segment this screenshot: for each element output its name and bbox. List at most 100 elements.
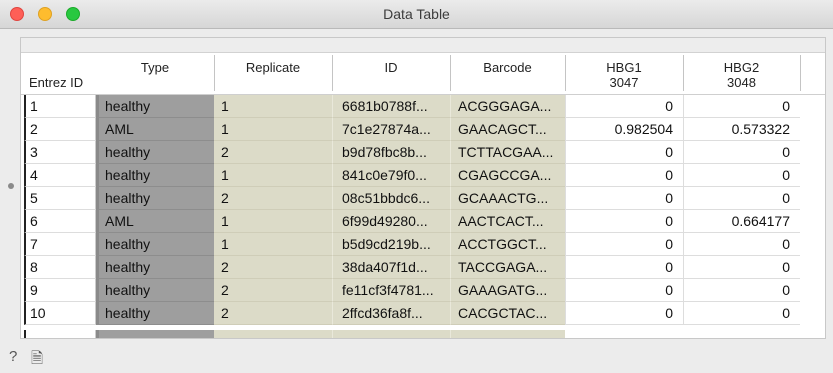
column-header-hbg1[interactable]: HBG1 3047 bbox=[565, 53, 683, 94]
type-cell[interactable]: healthy bbox=[96, 164, 214, 187]
id-cell[interactable]: b5d9cd219b... bbox=[332, 233, 450, 256]
id-cell[interactable] bbox=[332, 330, 450, 338]
column-header-label: Replicate bbox=[245, 60, 301, 75]
barcode-cell[interactable] bbox=[450, 330, 565, 338]
barcode-cell[interactable]: ACCTGGCT... bbox=[450, 233, 565, 256]
table-row[interactable]: 1 healthy 1 6681b0788f... ACGGGAGA... 0 … bbox=[21, 95, 825, 118]
hbg2-cell[interactable]: 0.573322 bbox=[683, 118, 800, 141]
type-cell[interactable]: healthy bbox=[96, 95, 214, 118]
table-row[interactable]: 2 AML 1 7c1e27874a... GAACAGCT... 0.9825… bbox=[21, 118, 825, 141]
document-icon[interactable]: 🗎 bbox=[31, 348, 43, 373]
replicate-cell[interactable]: 1 bbox=[214, 118, 332, 141]
replicate-cell[interactable]: 2 bbox=[214, 279, 332, 302]
hbg2-cell[interactable]: 0 bbox=[683, 256, 800, 279]
table-row[interactable]: 10 healthy 2 2ffcd36fa8f... CACGCTAC... … bbox=[21, 302, 825, 325]
row-index-cell[interactable]: 6 bbox=[24, 210, 96, 233]
header-corner-cell[interactable]: Entrez ID bbox=[21, 53, 96, 94]
replicate-cell[interactable]: 1 bbox=[214, 95, 332, 118]
hbg2-cell[interactable]: 0 bbox=[683, 95, 800, 118]
column-header-hbg2[interactable]: HBG2 3048 bbox=[683, 53, 800, 94]
row-index-cell[interactable]: 8 bbox=[24, 256, 96, 279]
row-index-cell[interactable]: 3 bbox=[24, 141, 96, 164]
barcode-cell[interactable]: AACTCACT... bbox=[450, 210, 565, 233]
replicate-cell[interactable]: 2 bbox=[214, 141, 332, 164]
id-cell[interactable]: 38da407f1d... bbox=[332, 256, 450, 279]
type-cell[interactable]: AML bbox=[96, 118, 214, 141]
data-table: Entrez ID Type Replicate ID Barcode HBG1… bbox=[20, 37, 826, 339]
id-cell[interactable]: 6681b0788f... bbox=[332, 95, 450, 118]
barcode-cell[interactable]: CACGCTAC... bbox=[450, 302, 565, 325]
hbg1-cell[interactable]: 0 bbox=[565, 279, 683, 302]
row-index-cell[interactable]: 5 bbox=[24, 187, 96, 210]
type-cell[interactable]: healthy bbox=[96, 187, 214, 210]
column-header-label: ID bbox=[384, 60, 398, 75]
id-cell[interactable]: 7c1e27874a... bbox=[332, 118, 450, 141]
barcode-cell[interactable]: ACGGGAGA... bbox=[450, 95, 565, 118]
replicate-cell[interactable] bbox=[214, 330, 332, 338]
table-row[interactable]: 5 healthy 2 08c51bbdc6... GCAAACTG... 0 … bbox=[21, 187, 825, 210]
row-index-cell[interactable]: 7 bbox=[24, 233, 96, 256]
type-cell[interactable]: healthy bbox=[96, 256, 214, 279]
table-row-partial[interactable] bbox=[21, 330, 825, 338]
table-row[interactable]: 3 healthy 2 b9d78fbc8b... TCTTACGAA... 0… bbox=[21, 141, 825, 164]
hbg1-cell[interactable]: 0 bbox=[565, 256, 683, 279]
hbg1-cell[interactable]: 0 bbox=[565, 187, 683, 210]
table-row[interactable]: 7 healthy 1 b5d9cd219b... ACCTGGCT... 0 … bbox=[21, 233, 825, 256]
table-row[interactable]: 9 healthy 2 fe11cf3f4781... GAAAGATG... … bbox=[21, 279, 825, 302]
replicate-cell[interactable]: 2 bbox=[214, 187, 332, 210]
type-cell[interactable]: healthy bbox=[96, 141, 214, 164]
column-header-barcode[interactable]: Barcode bbox=[450, 53, 565, 94]
hbg1-cell[interactable]: 0 bbox=[565, 164, 683, 187]
row-index-cell[interactable]: 2 bbox=[24, 118, 96, 141]
row-index-cell[interactable]: 4 bbox=[24, 164, 96, 187]
id-cell[interactable]: b9d78fbc8b... bbox=[332, 141, 450, 164]
replicate-cell[interactable]: 2 bbox=[214, 302, 332, 325]
hbg1-cell[interactable]: 0 bbox=[565, 233, 683, 256]
row-index-cell[interactable] bbox=[24, 330, 96, 338]
table-row[interactable]: 6 AML 1 6f99d49280... AACTCACT... 0 0.66… bbox=[21, 210, 825, 233]
barcode-cell[interactable]: GCAAACTG... bbox=[450, 187, 565, 210]
replicate-cell[interactable]: 1 bbox=[214, 164, 332, 187]
column-header-id[interactable]: ID bbox=[332, 53, 450, 94]
hbg2-cell[interactable]: 0.664177 bbox=[683, 210, 800, 233]
row-index-cell[interactable]: 1 bbox=[24, 95, 96, 118]
table-row[interactable]: 4 healthy 1 841c0e79f0... CGAGCCGA... 0 … bbox=[21, 164, 825, 187]
id-cell[interactable]: 2ffcd36fa8f... bbox=[332, 302, 450, 325]
question-mark-icon[interactable]: ? bbox=[9, 348, 17, 365]
id-cell[interactable]: 841c0e79f0... bbox=[332, 164, 450, 187]
type-cell[interactable]: healthy bbox=[96, 233, 214, 256]
hbg2-cell[interactable]: 0 bbox=[683, 164, 800, 187]
type-cell[interactable]: AML bbox=[96, 210, 214, 233]
replicate-cell[interactable]: 1 bbox=[214, 210, 332, 233]
hbg2-cell[interactable]: 0 bbox=[683, 187, 800, 210]
type-cell[interactable]: healthy bbox=[96, 279, 214, 302]
column-header-type[interactable]: Type bbox=[96, 53, 214, 94]
type-cell[interactable] bbox=[96, 330, 214, 338]
replicate-cell[interactable]: 2 bbox=[214, 256, 332, 279]
hbg1-cell[interactable]: 0 bbox=[565, 141, 683, 164]
barcode-cell[interactable]: TACCGAGA... bbox=[450, 256, 565, 279]
replicate-cell[interactable]: 1 bbox=[214, 233, 332, 256]
row-index-cell[interactable]: 9 bbox=[24, 279, 96, 302]
hbg2-cell[interactable]: 0 bbox=[683, 141, 800, 164]
id-cell[interactable]: fe11cf3f4781... bbox=[332, 279, 450, 302]
id-cell[interactable]: 6f99d49280... bbox=[332, 210, 450, 233]
hbg2-cell[interactable]: 0 bbox=[683, 302, 800, 325]
column-header-replicate[interactable]: Replicate bbox=[214, 53, 332, 94]
hbg1-cell[interactable]: 0 bbox=[565, 210, 683, 233]
barcode-cell[interactable]: CGAGCCGA... bbox=[450, 164, 565, 187]
row-index-cell[interactable]: 10 bbox=[24, 302, 96, 325]
barcode-cell[interactable]: GAACAGCT... bbox=[450, 118, 565, 141]
header-divider bbox=[565, 55, 566, 91]
barcode-cell[interactable]: GAAAGATG... bbox=[450, 279, 565, 302]
hbg2-cell[interactable]: 0 bbox=[683, 279, 800, 302]
hbg1-cell[interactable]: 0 bbox=[565, 302, 683, 325]
barcode-cell[interactable]: TCTTACGAA... bbox=[450, 141, 565, 164]
hbg1-cell[interactable]: 0.982504 bbox=[565, 118, 683, 141]
hbg1-cell[interactable]: 0 bbox=[565, 95, 683, 118]
resize-handle[interactable] bbox=[8, 183, 14, 189]
type-cell[interactable]: healthy bbox=[96, 302, 214, 325]
table-row[interactable]: 8 healthy 2 38da407f1d... TACCGAGA... 0 … bbox=[21, 256, 825, 279]
id-cell[interactable]: 08c51bbdc6... bbox=[332, 187, 450, 210]
hbg2-cell[interactable]: 0 bbox=[683, 233, 800, 256]
